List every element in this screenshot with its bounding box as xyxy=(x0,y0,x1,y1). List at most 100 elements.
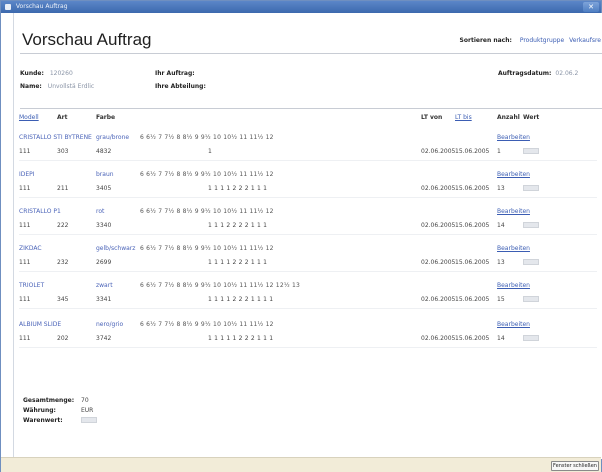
modell-name: CRISTALLO STI BYTRENE xyxy=(19,134,92,141)
kunde-field: Kunde: 120260 xyxy=(20,70,73,77)
art-number: 222 xyxy=(57,222,69,229)
lt-bis-value: 15.06.2005 xyxy=(455,296,490,303)
table-row: 111 345 3341 1 1 1 1 2 2 2 1 1 1 1 02.06.200… xyxy=(19,296,597,304)
waehrung-label: Währung: xyxy=(23,407,56,414)
position-nr: 111 xyxy=(19,335,31,342)
table-row: CRISTALLO STI BYTRENE grau/brone 6 6½ 7 7½… xyxy=(19,134,597,142)
anzahl-value: 14 xyxy=(497,222,505,229)
edit-link[interactable]: Bearbeiten xyxy=(497,171,530,178)
farbe-code: 3340 xyxy=(96,222,112,229)
warenwert-value xyxy=(81,417,97,425)
size-quantities: 1 1 1 2 2 2 2 1 1 1 xyxy=(208,222,268,229)
modell-name: ALBIUM SLIDE xyxy=(19,321,62,328)
modell-name: ZIKDAC xyxy=(19,245,42,252)
col-lt-bis[interactable]: LT bis xyxy=(455,114,472,121)
row-divider xyxy=(19,308,597,309)
farbe-name: nero/grio xyxy=(96,321,124,328)
warenwert-row: Warenwert: xyxy=(23,417,97,427)
lt-bis-value: 15.06.2005 xyxy=(455,148,490,155)
lt-bis-value: 15.06.2005 xyxy=(455,222,490,229)
lt-bis-value: 15.06.2005 xyxy=(455,335,490,342)
modell-name: IDEPI xyxy=(19,171,35,178)
art-number: 232 xyxy=(57,259,69,266)
art-number: 303 xyxy=(57,148,69,155)
position-block: TRIOLET zwart 6 6½ 7 7½ 8 8½ 9 9½ 10 10½ 1… xyxy=(19,282,597,324)
lt-von-value: 02.06.2005 xyxy=(421,259,456,266)
edit-link[interactable]: Bearbeiten xyxy=(497,321,530,328)
auftragsdatum-value: 02.06.2 xyxy=(555,70,579,77)
position-block: CRISTALLO P1 rot 6 6½ 7 7½ 8 8½ 9 9½ 10 10… xyxy=(19,208,597,250)
size-scale: 6 6½ 7 7½ 8 8½ 9 9½ 10 10½ 11 11½ 12 xyxy=(140,171,274,178)
footer-bar: Fenster schließen xyxy=(1,457,601,472)
edit-link[interactable]: Bearbeiten xyxy=(497,282,530,289)
size-quantities: 1 1 1 1 1 2 2 2 1 1 1 xyxy=(208,335,274,342)
anzahl-value: 13 xyxy=(497,259,505,266)
table-row: IDEPI braun 6 6½ 7 7½ 8 8½ 9 9½ 10 10½ 11 … xyxy=(19,171,597,179)
page-title: Vorschau Auftrag xyxy=(22,30,152,49)
col-art: Art xyxy=(57,114,68,121)
name-value: Unvollstä Erdlic xyxy=(47,83,95,90)
table-header: Modell Art Farbe LT von LT bis Anzahl We… xyxy=(19,114,601,122)
title-bar: Vorschau Auftrag ✕ xyxy=(1,1,601,13)
kunde-value: 120260 xyxy=(49,70,73,77)
sort-by-produktgruppe-link[interactable]: Produktgruppe xyxy=(520,37,564,44)
anzahl-value: 13 xyxy=(497,185,505,192)
col-modell[interactable]: Modell xyxy=(19,114,39,121)
window-title: Vorschau Auftrag xyxy=(15,3,68,10)
table-row: ALBIUM SLIDE nero/grio 6 6½ 7 7½ 8 8½ 9 9½… xyxy=(19,321,597,329)
lt-bis-value: 15.06.2005 xyxy=(455,185,490,192)
sort-by-verkaufsre-link[interactable]: Verkaufsre xyxy=(569,37,601,44)
table-row: 111 232 2699 1 1 1 1 2 2 2 1 1 1 02.06.2005 1… xyxy=(19,259,597,267)
gesamtmenge-value: 70 xyxy=(81,397,89,404)
kunde-label: Kunde: xyxy=(20,70,44,77)
row-divider xyxy=(19,271,597,272)
size-scale: 6 6½ 7 7½ 8 8½ 9 9½ 10 10½ 11 11½ 12 xyxy=(140,245,274,252)
col-lt-von: LT von xyxy=(421,114,443,121)
warenwert-label: Warenwert: xyxy=(23,417,63,424)
modell-name: CRISTALLO P1 xyxy=(19,208,61,215)
position-nr: 111 xyxy=(19,185,31,192)
close-icon[interactable]: ✕ xyxy=(583,2,599,12)
position-nr: 111 xyxy=(19,148,31,155)
lt-von-value: 02.06.2005 xyxy=(421,148,456,155)
table-row: 111 303 4832 1 02.06.2005 15.06.2005 1 xyxy=(19,148,597,156)
anzahl-value: 1 xyxy=(497,148,501,155)
gesamtmenge-label: Gesamtmenge: xyxy=(23,397,75,404)
art-number: 202 xyxy=(57,335,69,342)
anzahl-value: 15 xyxy=(497,296,505,303)
position-block: IDEPI braun 6 6½ 7 7½ 8 8½ 9 9½ 10 10½ 11 … xyxy=(19,171,597,213)
edit-link[interactable]: Bearbeiten xyxy=(497,208,530,215)
farbe-code: 3341 xyxy=(96,296,112,303)
lt-bis-value: 15.06.2005 xyxy=(455,259,490,266)
size-scale: 6 6½ 7 7½ 8 8½ 9 9½ 10 10½ 11 11½ 12 xyxy=(140,208,274,215)
close-window-button[interactable]: Fenster schließen xyxy=(551,461,599,471)
edit-link[interactable]: Bearbeiten xyxy=(497,245,530,252)
modell-name: TRIOLET xyxy=(19,282,45,289)
name-label: Name: xyxy=(20,83,42,90)
position-nr: 111 xyxy=(19,296,31,303)
abteilung-label: Ihre Abteilung: xyxy=(155,83,206,90)
abteilung-field: Ihre Abteilung: xyxy=(155,83,206,90)
app-window: Vorschau Auftrag ✕ Vorschau Auftrag Sort… xyxy=(0,0,602,472)
farbe-code: 3405 xyxy=(96,185,112,192)
lt-von-value: 02.06.2005 xyxy=(421,296,456,303)
edit-link[interactable]: Bearbeiten xyxy=(497,134,530,141)
auftragsdatum-field: Auftragsdatum: 02.06.2 xyxy=(498,70,578,77)
row-divider xyxy=(19,160,597,161)
table-row: CRISTALLO P1 rot 6 6½ 7 7½ 8 8½ 9 9½ 10 10… xyxy=(19,208,597,216)
art-number: 211 xyxy=(57,185,69,192)
table-row: 111 211 3405 1 1 1 1 2 2 2 1 1 1 02.06.2005 1… xyxy=(19,185,597,193)
row-divider xyxy=(19,347,597,348)
position-nr: 111 xyxy=(19,222,31,229)
farbe-name: gelb/schwarz xyxy=(96,245,136,252)
table-row: ZIKDAC gelb/schwarz 6 6½ 7 7½ 8 8½ 9 9½ 10… xyxy=(19,245,597,253)
table-row: TRIOLET zwart 6 6½ 7 7½ 8 8½ 9 9½ 10 10½ 1… xyxy=(19,282,597,290)
position-block: ALBIUM SLIDE nero/grio 6 6½ 7 7½ 8 8½ 9 9½… xyxy=(19,321,597,363)
col-farbe: Farbe xyxy=(96,114,116,121)
sort-bar: Sortieren nach: Produktgruppe Verkaufsre xyxy=(460,37,601,44)
row-divider xyxy=(19,234,597,235)
farbe-code: 3742 xyxy=(96,335,112,342)
size-quantities: 1 xyxy=(208,148,213,155)
size-scale: 6 6½ 7 7½ 8 8½ 9 9½ 10 10½ 11 11½ 12 xyxy=(140,321,274,328)
farbe-name: grau/brone xyxy=(96,134,130,141)
